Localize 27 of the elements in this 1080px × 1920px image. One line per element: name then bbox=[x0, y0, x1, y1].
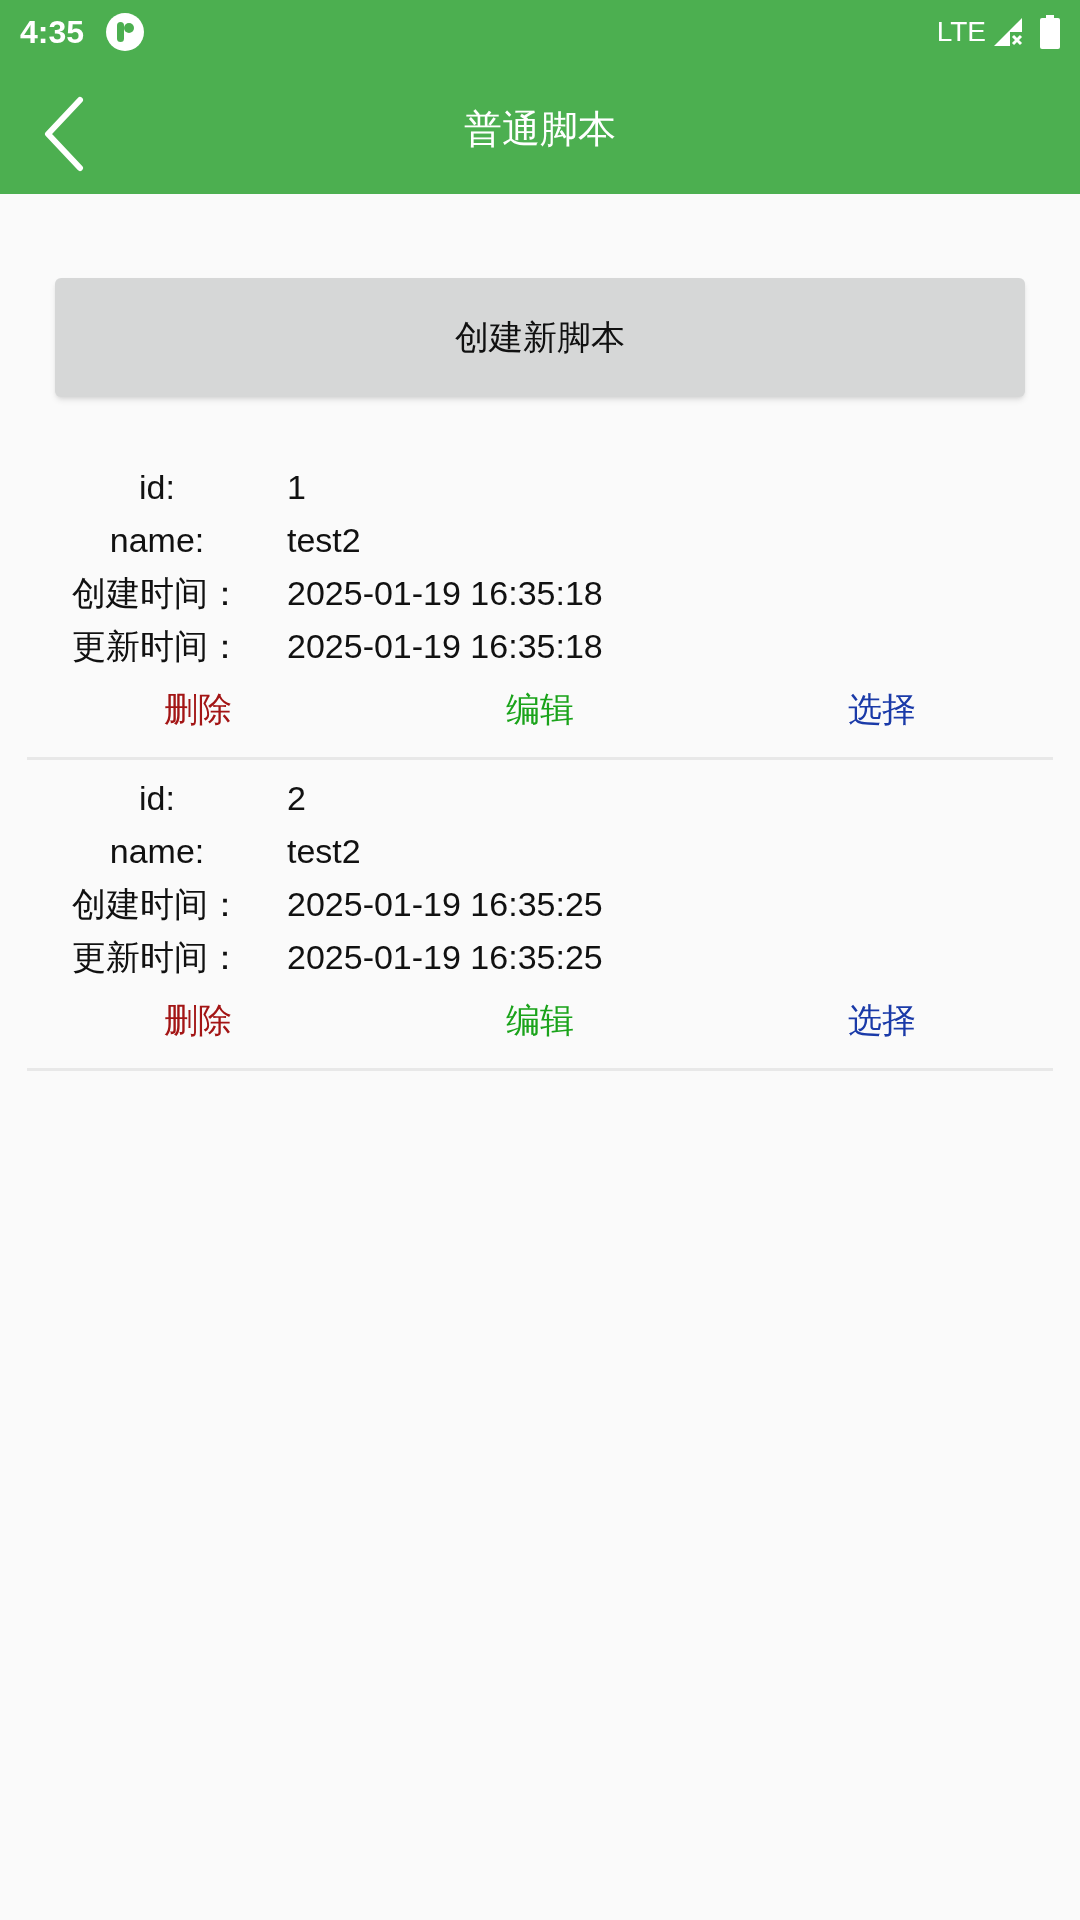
field-label: name: bbox=[108, 831, 206, 872]
field-label: id: bbox=[138, 778, 176, 819]
signal-icon bbox=[992, 16, 1024, 48]
field-value: 1 bbox=[287, 467, 306, 508]
field-value: 2025-01-19 16:35:25 bbox=[287, 884, 603, 925]
action-link[interactable]: 删除 bbox=[164, 683, 232, 735]
field-value: 2025-01-19 16:35:18 bbox=[287, 573, 603, 614]
status-time: 4:35 bbox=[20, 13, 85, 52]
network-type: LTE bbox=[936, 15, 986, 49]
create-script-button[interactable]: 创建新脚本 bbox=[55, 278, 1025, 397]
field-value: 2025-01-19 16:35:25 bbox=[287, 937, 603, 978]
field-value: 2025-01-19 16:35:18 bbox=[287, 626, 603, 667]
app-logo-icon bbox=[106, 13, 145, 51]
field-value: 2 bbox=[287, 778, 306, 819]
field-label: 创建时间： bbox=[71, 573, 243, 614]
field-label: 更新时间： bbox=[71, 626, 243, 667]
action-link[interactable]: 删除 bbox=[164, 994, 232, 1046]
field-value: test2 bbox=[287, 831, 361, 872]
screen-title: 普通脚本 bbox=[464, 106, 616, 152]
field-value: test2 bbox=[287, 520, 361, 561]
field-label: 创建时间： bbox=[71, 884, 243, 925]
field-label: 更新时间： bbox=[71, 937, 243, 978]
battery-icon bbox=[1040, 15, 1060, 49]
action-link[interactable]: 选择 bbox=[848, 994, 916, 1046]
action-link[interactable]: 选择 bbox=[848, 683, 916, 735]
field-label: id: bbox=[138, 467, 176, 508]
field-label: name: bbox=[108, 520, 206, 561]
